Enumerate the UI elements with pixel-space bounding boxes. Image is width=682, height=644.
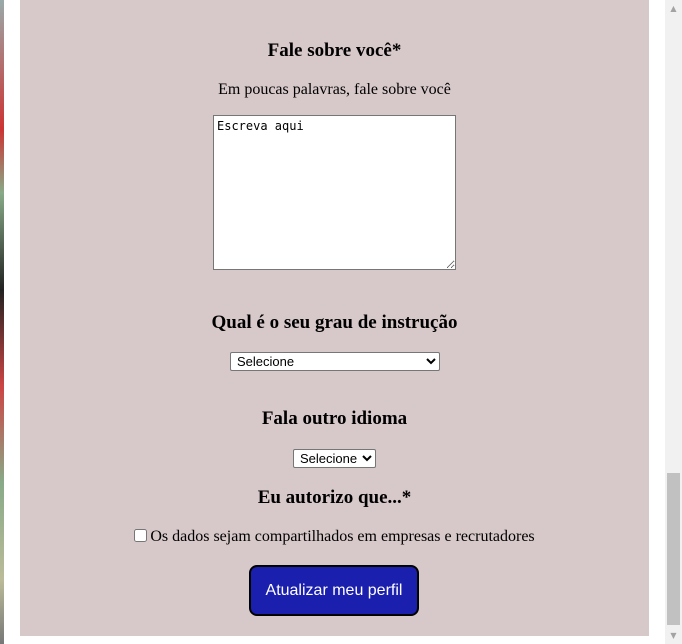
consent-row[interactable]: Os dados sejam compartilhados em empresa… bbox=[20, 528, 649, 546]
consent-heading: Eu autorizo que...* bbox=[257, 487, 412, 508]
education-select[interactable]: Selecione bbox=[230, 352, 440, 371]
language-select[interactable]: Selecione bbox=[293, 449, 376, 468]
about-heading: Fale sobre você* bbox=[267, 40, 402, 61]
about-subtitle: Em poucas palavras, fale sobre você bbox=[218, 81, 451, 98]
about-textarea[interactable]: Escreva aqui bbox=[213, 115, 456, 270]
education-heading: Qual é o seu grau de instrução bbox=[211, 312, 458, 333]
background-window-edge bbox=[0, 0, 4, 644]
vertical-scrollbar[interactable]: ▲ ▼ bbox=[665, 0, 682, 644]
profile-form-panel: Fale sobre você* Em poucas palavras, fal… bbox=[20, 0, 649, 636]
consent-label: Os dados sejam compartilhados em empresa… bbox=[150, 528, 535, 545]
language-heading: Fala outro idioma bbox=[261, 408, 408, 429]
consent-checkbox[interactable] bbox=[134, 529, 148, 542]
scroll-up-icon[interactable]: ▲ bbox=[665, 0, 682, 17]
scroll-down-icon[interactable]: ▼ bbox=[665, 627, 682, 644]
update-profile-button[interactable]: Atualizar meu perfil bbox=[249, 565, 419, 616]
scrollbar-thumb[interactable] bbox=[667, 473, 680, 625]
